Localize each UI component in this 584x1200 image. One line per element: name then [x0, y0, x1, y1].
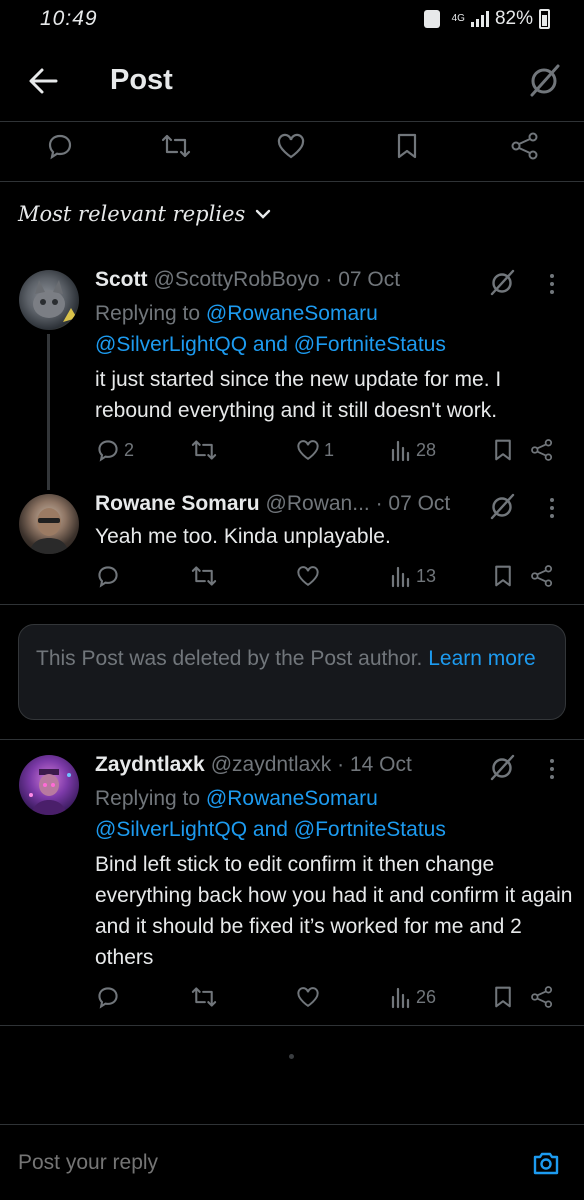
repost-icon[interactable] [160, 132, 192, 160]
reply-header[interactable]: Scott @ScottyRobBoyo · 07 Oct [95, 268, 400, 292]
like-count: 1 [324, 439, 335, 460]
like-icon[interactable]: 1 [296, 438, 334, 462]
author-name[interactable]: Scott [95, 268, 148, 292]
mention-link[interactable]: @RowaneSomaru [206, 302, 378, 325]
grok-icon[interactable] [489, 268, 517, 296]
gallery-notification-icon [423, 10, 440, 28]
views-count: 26 [416, 986, 437, 1007]
bookmark-icon[interactable] [492, 564, 514, 588]
repost-icon[interactable] [190, 564, 218, 588]
author-handle[interactable]: @ScottyRobBoyo · 07 Oct [154, 268, 401, 292]
divider [0, 1025, 584, 1026]
status-time: 10:49 [40, 7, 98, 30]
main-post-actions [0, 126, 584, 166]
more-options-icon[interactable] [542, 270, 562, 298]
mention-link[interactable]: @SilverLightQQ [95, 333, 247, 356]
reply-header[interactable]: Zaydntlaxk @zaydntlaxk · 14 Oct [95, 753, 412, 777]
reply-actions: 2 1 28 [0, 438, 584, 478]
views-count: 13 [416, 565, 437, 586]
more-options-icon[interactable] [542, 494, 562, 522]
like-icon[interactable] [296, 985, 320, 1009]
views-icon[interactable]: 28 [390, 438, 436, 462]
back-arrow-icon[interactable] [26, 64, 60, 98]
mention-link[interactable]: @FortniteStatus [294, 333, 446, 356]
bookmark-icon[interactable] [492, 985, 514, 1009]
share-icon[interactable] [530, 985, 554, 1009]
grok-icon[interactable] [489, 753, 517, 781]
camera-icon[interactable] [532, 1149, 560, 1177]
divider [0, 604, 584, 605]
mention-link[interactable]: @FortniteStatus [294, 818, 446, 841]
reply-text: Bind left stick to edit confirm it then … [95, 853, 573, 969]
deleted-post-notice: This Post was deleted by the Post author… [18, 624, 566, 720]
bookmark-icon[interactable] [492, 438, 514, 462]
avatar[interactable] [19, 270, 79, 330]
network-type: 4G [451, 13, 465, 24]
reply-composer [0, 1124, 584, 1200]
page-title: Post [110, 64, 173, 96]
grok-icon[interactable] [489, 492, 517, 520]
share-icon[interactable] [530, 438, 554, 462]
mention-link[interactable]: @SilverLightQQ [95, 818, 247, 841]
more-options-icon[interactable] [542, 755, 562, 783]
replying-to: Replying to @RowaneSomaru @SilverLightQQ… [95, 302, 446, 356]
divider [0, 121, 584, 122]
sort-label: Most relevant replies [18, 202, 246, 226]
repost-icon[interactable] [190, 985, 218, 1009]
author-handle[interactable]: @Rowan... · 07 Oct [266, 492, 451, 516]
author-name[interactable]: Rowane Somaru [95, 492, 260, 516]
avatar[interactable] [19, 494, 79, 554]
author-handle[interactable]: @zaydntlaxk · 14 Oct [211, 753, 412, 777]
divider [0, 739, 584, 740]
signal-icon [470, 11, 489, 27]
reply-icon[interactable] [96, 985, 120, 1009]
replying-to: Replying to @RowaneSomaru @SilverLightQQ… [95, 787, 446, 841]
status-icons: 4G 82% [423, 8, 550, 30]
reply-icon[interactable] [46, 132, 74, 160]
reply-text: Yeah me too. Kinda unplayable. [95, 525, 391, 548]
learn-more-link[interactable]: Learn more [428, 647, 535, 670]
reply-text: it just started since the new update for… [95, 368, 502, 422]
reply-header[interactable]: Rowane Somaru @Rowan... · 07 Oct [95, 492, 450, 516]
like-icon[interactable] [296, 564, 320, 588]
author-name[interactable]: Zaydntlaxk [95, 753, 205, 777]
reply-actions: 13 [0, 564, 584, 604]
views-icon[interactable]: 26 [390, 985, 436, 1009]
reply-input[interactable] [18, 1151, 498, 1175]
battery-icon [539, 9, 550, 29]
reply-count: 2 [124, 439, 135, 460]
battery-percent: 82% [494, 8, 533, 29]
mention-link[interactable]: @RowaneSomaru [206, 787, 378, 810]
views-icon[interactable]: 13 [390, 564, 436, 588]
grok-icon[interactable] [528, 62, 562, 98]
reply-icon[interactable] [96, 564, 120, 588]
like-icon[interactable] [276, 132, 306, 160]
divider [0, 181, 584, 182]
share-icon[interactable] [510, 132, 540, 160]
reply-actions: 26 [0, 985, 584, 1025]
top-bar: Post [0, 46, 584, 116]
loading-indicator [289, 1054, 294, 1059]
chevron-down-icon [256, 209, 271, 219]
repost-icon[interactable] [190, 438, 218, 462]
deleted-notice-text: This Post was deleted by the Post author… [36, 647, 423, 670]
avatar[interactable] [19, 755, 79, 815]
replies-sort-dropdown[interactable]: Most relevant replies [18, 202, 271, 226]
share-icon[interactable] [530, 564, 554, 588]
status-bar: 10:49 4G 82% [0, 0, 584, 38]
bookmark-icon[interactable] [394, 132, 420, 160]
views-count: 28 [416, 439, 437, 460]
reply-icon[interactable]: 2 [96, 438, 134, 462]
